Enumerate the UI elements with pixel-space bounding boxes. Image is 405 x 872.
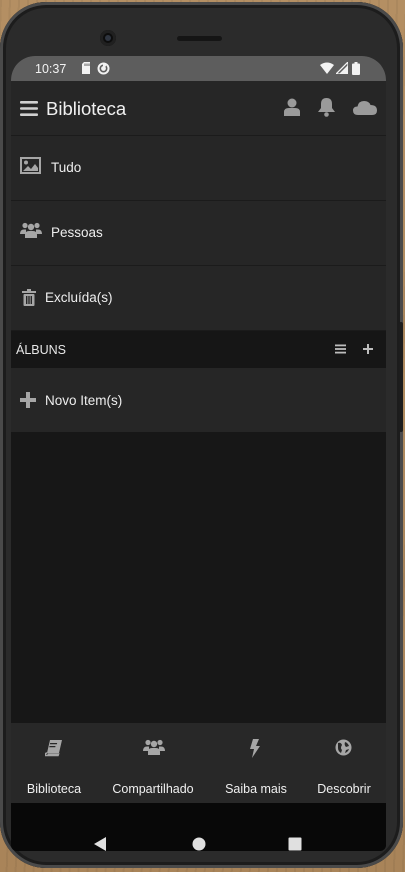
status-time: 10:37 (35, 62, 67, 76)
nav-tab-saiba-mais[interactable]: Saiba mais (216, 723, 296, 803)
hamburger-menu-icon[interactable] (20, 101, 38, 116)
menu-item-label: Pessoas (51, 225, 103, 240)
side-button (399, 322, 403, 432)
nav-tab-biblioteca[interactable]: Biblioteca (11, 723, 97, 803)
back-icon[interactable] (93, 820, 107, 851)
lightning-icon (250, 739, 260, 758)
albums-section-title: ÁLBUNS (16, 343, 67, 357)
nav-label: Biblioteca (26, 782, 82, 796)
sd-card-icon (82, 62, 90, 74)
recents-icon[interactable] (288, 820, 302, 851)
sync-icon (97, 62, 110, 75)
nav-tab-compartilhado[interactable]: Compartilhado (108, 723, 198, 803)
list-view-icon[interactable] (335, 344, 346, 354)
menu-item-label: Excluída(s) (45, 290, 113, 305)
wifi-icon (320, 62, 334, 74)
earpiece-speaker (177, 36, 222, 41)
menu-item-excluidas[interactable]: Excluída(s) (11, 266, 386, 331)
menu-item-pessoas[interactable]: Pessoas (11, 201, 386, 266)
plus-icon (20, 392, 36, 408)
menu-item-label: Tudo (51, 160, 82, 175)
status-bar: 10:37 (11, 56, 386, 81)
front-camera (100, 30, 116, 46)
nav-label: Saiba mais (225, 782, 287, 796)
home-icon[interactable] (192, 820, 206, 851)
image-icon (20, 157, 41, 174)
menu-item-tudo[interactable]: Tudo (11, 136, 386, 201)
albums-section-header: ÁLBUNS (11, 331, 386, 368)
shared-people-icon (143, 739, 165, 755)
nav-label: Descobrir (317, 782, 371, 796)
battery-icon (352, 62, 360, 75)
people-icon (20, 222, 42, 238)
user-icon[interactable] (284, 98, 300, 116)
phone-frame: 10:37 Biblioteca Tudo Pessoas Excluída(s… (0, 2, 403, 868)
new-item-button[interactable]: Novo Item(s) (11, 368, 386, 432)
globe-icon (335, 739, 352, 756)
book-icon (45, 740, 62, 757)
signal-icon (336, 62, 348, 74)
trash-icon (22, 289, 36, 306)
bottom-nav: Biblioteca Compartilhado Saiba mais Desc… (11, 723, 386, 803)
bell-icon[interactable] (317, 97, 336, 117)
page-title: Biblioteca (46, 98, 127, 119)
system-nav-bar (11, 803, 386, 851)
new-item-label: Novo Item(s) (45, 393, 123, 408)
cloud-icon[interactable] (353, 100, 377, 115)
nav-label: Compartilhado (112, 782, 194, 796)
screen: 10:37 Biblioteca Tudo Pessoas Excluída(s… (11, 56, 386, 851)
add-album-icon[interactable] (363, 344, 373, 354)
app-bar: Biblioteca (11, 81, 386, 136)
nav-tab-descobrir[interactable]: Descobrir (307, 723, 381, 803)
